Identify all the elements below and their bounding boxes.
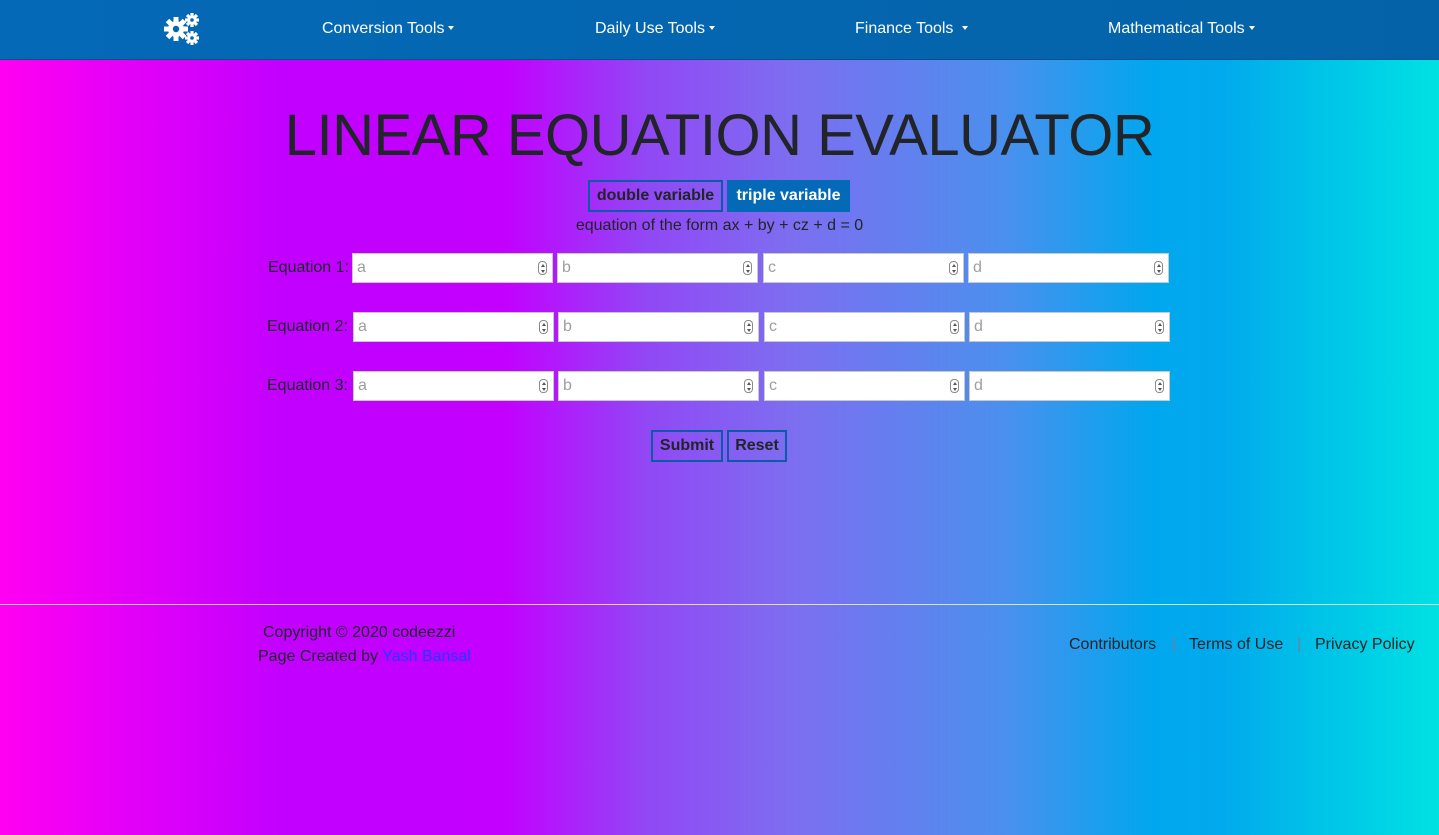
tab-triple-variable[interactable]: triple variable — [727, 180, 850, 212]
input-placeholder: c — [768, 259, 776, 276]
nav-finance-tools[interactable]: Finance Tools — [855, 18, 969, 40]
nav-mathematical-tools[interactable]: Mathematical Tools — [1108, 18, 1255, 40]
number-spinner-icon[interactable] — [1155, 379, 1164, 393]
caret-down-icon — [448, 26, 455, 30]
coefficient-b-input[interactable]: b — [557, 253, 758, 283]
number-spinner-icon[interactable] — [744, 320, 753, 334]
input-placeholder: d — [974, 318, 983, 335]
number-spinner-icon[interactable] — [538, 261, 547, 275]
equation-row-3: Equation 3: a b c d — [0, 371, 1439, 401]
nav-daily-use-tools[interactable]: Daily Use Tools — [595, 18, 715, 40]
footer-created-by: Page Created by Yash Bansal — [258, 648, 471, 666]
footer-divider — [0, 604, 1439, 605]
input-placeholder: a — [357, 259, 366, 276]
equation-row-1: Equation 1: a b c d — [0, 253, 1439, 283]
tab-double-variable[interactable]: double variable — [588, 180, 723, 212]
nav-mathematical-tools-label: Mathematical Tools — [1108, 20, 1245, 37]
coefficient-a-input[interactable]: a — [353, 312, 554, 342]
nav-daily-use-tools-label: Daily Use Tools — [595, 20, 705, 37]
footer-link-terms-of-use[interactable]: Terms of Use — [1189, 636, 1283, 654]
footer-separator: | — [1297, 636, 1302, 653]
number-spinner-icon[interactable] — [1154, 261, 1163, 275]
caret-down-icon — [708, 26, 715, 30]
number-spinner-icon[interactable] — [1155, 320, 1164, 334]
number-spinner-icon[interactable] — [949, 261, 958, 275]
coefficient-c-input[interactable]: c — [764, 312, 965, 342]
footer-link-contributors[interactable]: Contributors — [1069, 636, 1156, 654]
coefficient-d-input[interactable]: d — [969, 312, 1170, 342]
input-placeholder: c — [769, 318, 777, 335]
top-navbar: Conversion Tools Daily Use Tools Finance… — [0, 0, 1439, 60]
caret-down-icon — [962, 26, 969, 30]
number-spinner-icon[interactable] — [743, 261, 752, 275]
nav-conversion-tools[interactable]: Conversion Tools — [322, 18, 455, 40]
equation-form-hint: equation of the form ax + by + cz + d = … — [575, 217, 864, 234]
coefficient-a-input[interactable]: a — [352, 253, 553, 283]
footer-separator: | — [1172, 636, 1177, 653]
equation-row-2: Equation 2: a b c d — [0, 312, 1439, 342]
number-spinner-icon[interactable] — [744, 379, 753, 393]
footer-copyright: Copyright © 2020 codeezzi — [263, 624, 456, 641]
nav-finance-tools-label: Finance Tools — [855, 20, 954, 37]
reset-button[interactable]: Reset — [727, 430, 787, 462]
input-placeholder: b — [563, 318, 572, 335]
coefficient-c-input[interactable]: c — [764, 371, 965, 401]
input-placeholder: a — [358, 377, 367, 394]
input-placeholder: b — [562, 259, 571, 276]
input-placeholder: d — [973, 259, 982, 276]
coefficient-d-input[interactable]: d — [969, 371, 1170, 401]
number-spinner-icon[interactable] — [539, 379, 548, 393]
number-spinner-icon[interactable] — [950, 379, 959, 393]
equation-label: Equation 1: — [268, 259, 349, 276]
coefficient-c-input[interactable]: c — [763, 253, 964, 283]
input-placeholder: c — [769, 377, 777, 394]
created-by-label: Page Created by — [258, 648, 383, 665]
input-placeholder: b — [563, 377, 572, 394]
coefficient-b-input[interactable]: b — [558, 371, 759, 401]
input-placeholder: a — [358, 318, 367, 335]
coefficient-a-input[interactable]: a — [353, 371, 554, 401]
number-spinner-icon[interactable] — [539, 320, 548, 334]
nav-conversion-tools-label: Conversion Tools — [322, 20, 445, 37]
footer-link-privacy-policy[interactable]: Privacy Policy — [1315, 636, 1415, 654]
page-title: LINEAR EQUATION EVALUATOR — [284, 103, 1155, 168]
author-link[interactable]: Yash Bansal — [382, 648, 471, 665]
equation-label: Equation 3: — [267, 377, 348, 394]
equation-label: Equation 2: — [267, 318, 348, 335]
number-spinner-icon[interactable] — [950, 320, 959, 334]
coefficient-b-input[interactable]: b — [558, 312, 759, 342]
submit-button[interactable]: Submit — [651, 430, 723, 462]
gears-icon[interactable] — [163, 12, 201, 46]
input-placeholder: d — [974, 377, 983, 394]
coefficient-d-input[interactable]: d — [968, 253, 1169, 283]
caret-down-icon — [1248, 26, 1255, 30]
